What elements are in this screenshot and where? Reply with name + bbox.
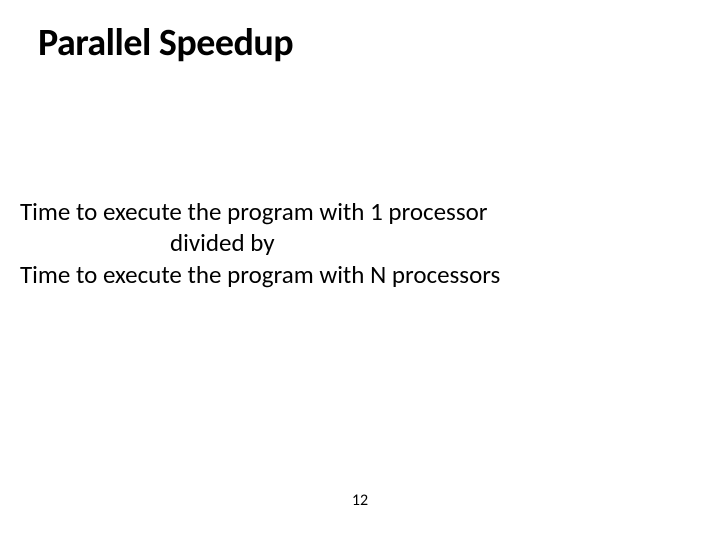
body-line-1: Time to execute the program with 1 proce…: [20, 196, 500, 227]
body-line-2: divided by: [20, 227, 500, 258]
page-number: 12: [0, 491, 720, 510]
slide: Parallel Speedup Time to execute the pro…: [0, 0, 720, 540]
slide-body: Time to execute the program with 1 proce…: [20, 196, 500, 290]
slide-title: Parallel Speedup: [38, 20, 293, 66]
body-line-3: Time to execute the program with N proce…: [20, 259, 500, 290]
